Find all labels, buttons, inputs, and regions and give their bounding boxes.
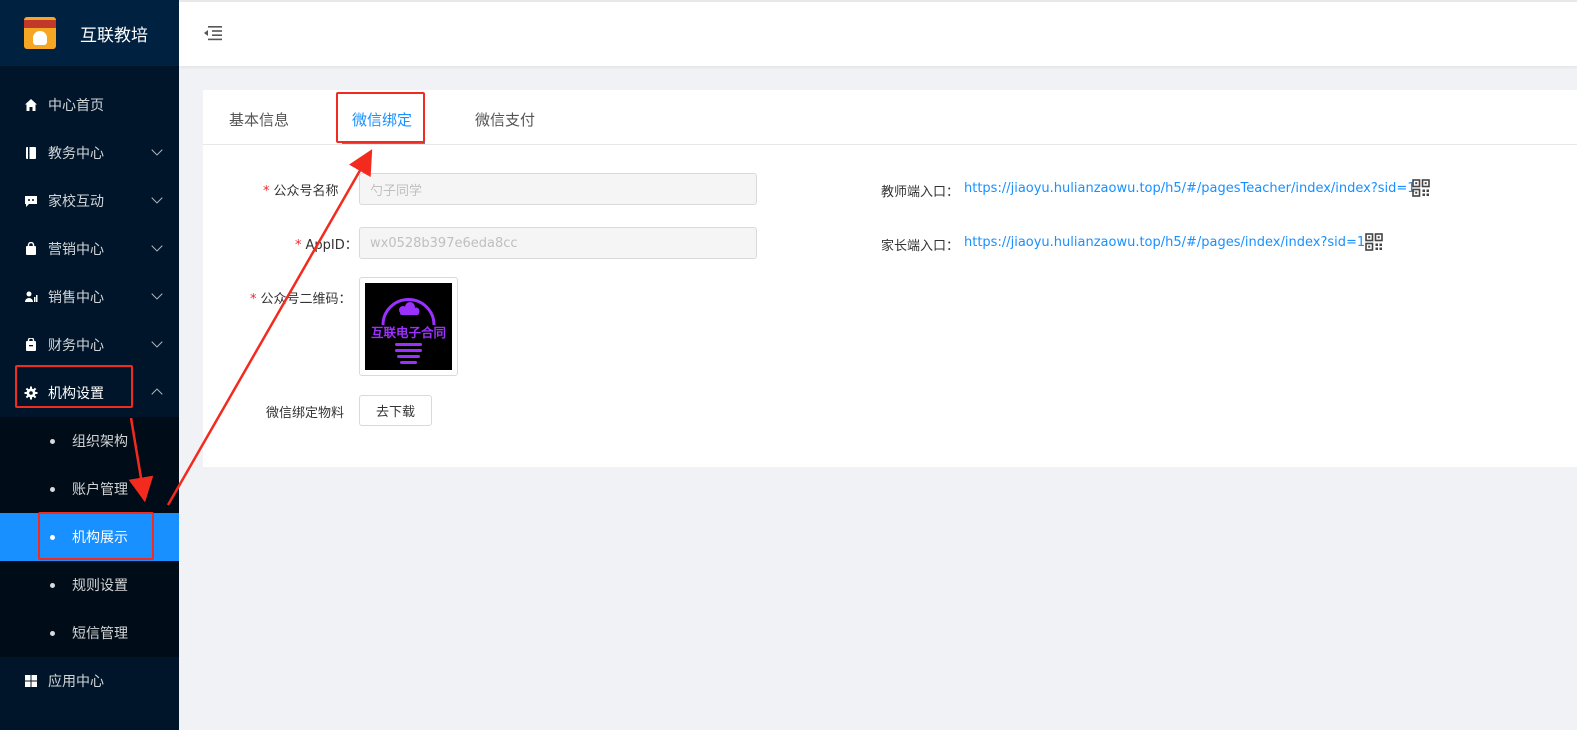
sidebar-subitem-rules[interactable]: 规则设置 xyxy=(0,561,179,609)
tab-wechat-pay[interactable]: 微信支付 xyxy=(475,109,535,130)
sidebar-item-sales[interactable]: 销售中心 xyxy=(0,273,179,321)
sidebar-item-finance[interactable]: 财务中心 xyxy=(0,321,179,369)
sidebar-item-home-school[interactable]: 家校互动 xyxy=(0,177,179,225)
user-chart-icon xyxy=(24,290,38,304)
official-account-name-input[interactable]: 勺子同学 xyxy=(359,173,757,205)
wallet-icon xyxy=(24,338,38,352)
sidebar-item-label: 财务中心 xyxy=(48,338,104,354)
sidebar-subitem-accounts[interactable]: 账户管理 xyxy=(0,465,179,513)
sidebar-item-label: 销售中心 xyxy=(48,290,104,306)
tab-wechat-binding[interactable]: 微信绑定 xyxy=(352,109,412,130)
required-mark: * xyxy=(263,184,270,199)
bullet-icon xyxy=(50,486,55,492)
sidebar-item-org-settings[interactable]: 机构设置 xyxy=(0,369,179,417)
app-title: 互联教培 xyxy=(80,25,148,46)
qrcode-label: * 公众号二维码： xyxy=(250,292,352,307)
material-label: 微信绑定物料 xyxy=(266,406,345,421)
home-icon xyxy=(24,98,38,112)
sidebar-subitem-label: 机构展示 xyxy=(72,530,128,546)
download-button[interactable]: 去下载 xyxy=(359,395,432,426)
chat-icon xyxy=(24,194,38,208)
sidebar-subitem-sms[interactable]: 短信管理 xyxy=(0,609,179,657)
bullet-icon xyxy=(50,534,55,540)
sidebar-subitem-label: 组织架构 xyxy=(72,434,128,450)
app-logo xyxy=(24,17,56,49)
qrcode-icon[interactable] xyxy=(1412,179,1430,197)
chevron-down-icon xyxy=(151,336,163,348)
book-icon xyxy=(24,146,38,160)
teacher-entry-link[interactable]: https://jiaoyu.hulianzaowu.top/h5/#/page… xyxy=(964,181,1416,196)
logo-bar: 互联教培 xyxy=(0,0,179,66)
sidebar-subitem-org-structure[interactable]: 组织架构 xyxy=(0,417,179,465)
parent-entry-label: 家长端入口： xyxy=(881,239,960,254)
appid-input[interactable]: wx0528b397e6eda8cc xyxy=(359,227,757,259)
sidebar-item-label: 中心首页 xyxy=(48,98,104,114)
menu-fold-icon[interactable] xyxy=(203,24,223,42)
sidebar-subitem-label: 短信管理 xyxy=(72,626,128,642)
sidebar-item-label: 家校互动 xyxy=(48,194,104,210)
qrcode-image: 互联电子合同 xyxy=(365,283,452,370)
required-mark: * xyxy=(250,292,257,307)
qrcode-text: 互联电子合同 xyxy=(370,325,446,340)
chevron-down-icon xyxy=(151,240,163,252)
tab-active-indicator xyxy=(342,142,425,144)
gear-icon xyxy=(24,386,38,400)
bullet-icon xyxy=(50,438,55,444)
sidebar-item-marketing[interactable]: 营销中心 xyxy=(0,225,179,273)
sidebar-subitem-org-display[interactable]: 机构展示 xyxy=(0,513,179,561)
chevron-down-icon xyxy=(151,288,163,300)
teacher-entry-label: 教师端入口： xyxy=(881,185,960,200)
parent-entry-link[interactable]: https://jiaoyu.hulianzaowu.top/h5/#/page… xyxy=(964,235,1365,250)
settings-card: 基本信息 微信绑定 微信支付 * 公众号名称 勺子同学 * AppID： wx052… xyxy=(203,90,1577,467)
bullet-icon xyxy=(50,630,55,636)
sidebar-item-label: 教务中心 xyxy=(48,146,104,162)
chevron-up-icon xyxy=(151,388,163,400)
sidebar-item-apps[interactable]: 应用中心 xyxy=(0,657,179,705)
sidebar-subitem-label: 账户管理 xyxy=(72,482,128,498)
sidebar-menu: 中心首页 教务中心 家校互动 营销中心 销售中心 财务中心 机构设置 xyxy=(0,81,179,417)
tab-basic-info[interactable]: 基本信息 xyxy=(229,109,289,130)
chevron-down-icon xyxy=(151,192,163,204)
sidebar-item-label: 营销中心 xyxy=(48,242,104,258)
grid-icon xyxy=(24,674,38,688)
org-settings-submenu: 组织架构 账户管理 机构展示 规则设置 短信管理 xyxy=(0,417,179,657)
official-account-name-label: * 公众号名称 xyxy=(263,184,339,199)
bullet-icon xyxy=(50,582,55,588)
sidebar-item-academic[interactable]: 教务中心 xyxy=(0,129,179,177)
chevron-down-icon xyxy=(151,144,163,156)
appid-label: * AppID： xyxy=(295,238,358,253)
sidebar-subitem-label: 规则设置 xyxy=(72,578,128,594)
tab-bar: 基本信息 微信绑定 微信支付 xyxy=(203,90,1577,145)
required-mark: * xyxy=(295,238,302,253)
sidebar: 互联教培 中心首页 教务中心 家校互动 营销中心 销售中心 财务中心 机构设置 … xyxy=(0,0,179,730)
top-header xyxy=(179,0,1577,66)
qrcode-upload[interactable]: 互联电子合同 xyxy=(359,277,458,376)
sidebar-item-label: 应用中心 xyxy=(48,674,104,690)
qrcode-icon[interactable] xyxy=(1365,233,1383,251)
sidebar-item-label: 机构设置 xyxy=(48,386,104,402)
sidebar-item-home[interactable]: 中心首页 xyxy=(0,81,179,129)
bag-icon xyxy=(24,242,38,256)
